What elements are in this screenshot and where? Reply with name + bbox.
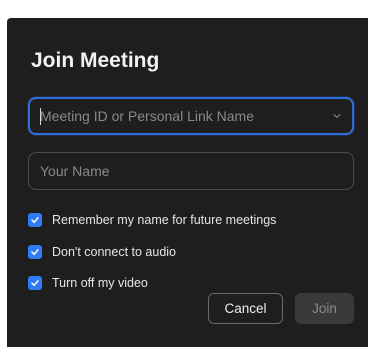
no-audio-label[interactable]: Don't connect to audio xyxy=(52,245,176,259)
your-name-input[interactable] xyxy=(29,153,353,189)
check-icon xyxy=(31,217,39,224)
video-off-option[interactable]: Turn off my video xyxy=(28,275,148,291)
remember-name-checkbox[interactable] xyxy=(28,213,42,227)
remember-name-option[interactable]: Remember my name for future meetings xyxy=(28,212,276,228)
remember-name-label[interactable]: Remember my name for future meetings xyxy=(52,213,276,227)
text-cursor xyxy=(40,108,41,125)
dialog-title: Join Meeting xyxy=(31,49,160,72)
meeting-id-field[interactable] xyxy=(28,97,354,135)
chevron-down-icon[interactable] xyxy=(333,112,341,120)
video-off-checkbox[interactable] xyxy=(28,276,42,290)
your-name-field[interactable] xyxy=(28,152,354,190)
meeting-id-input[interactable] xyxy=(30,99,352,133)
join-meeting-dialog: Join Meeting Remember my name for future… xyxy=(7,18,368,347)
cancel-button[interactable]: Cancel xyxy=(208,293,283,324)
no-audio-checkbox[interactable] xyxy=(28,245,42,259)
join-button[interactable]: Join xyxy=(295,293,354,324)
check-icon xyxy=(31,249,39,256)
video-off-label[interactable]: Turn off my video xyxy=(52,276,148,290)
no-audio-option[interactable]: Don't connect to audio xyxy=(28,244,176,260)
check-icon xyxy=(31,280,39,287)
